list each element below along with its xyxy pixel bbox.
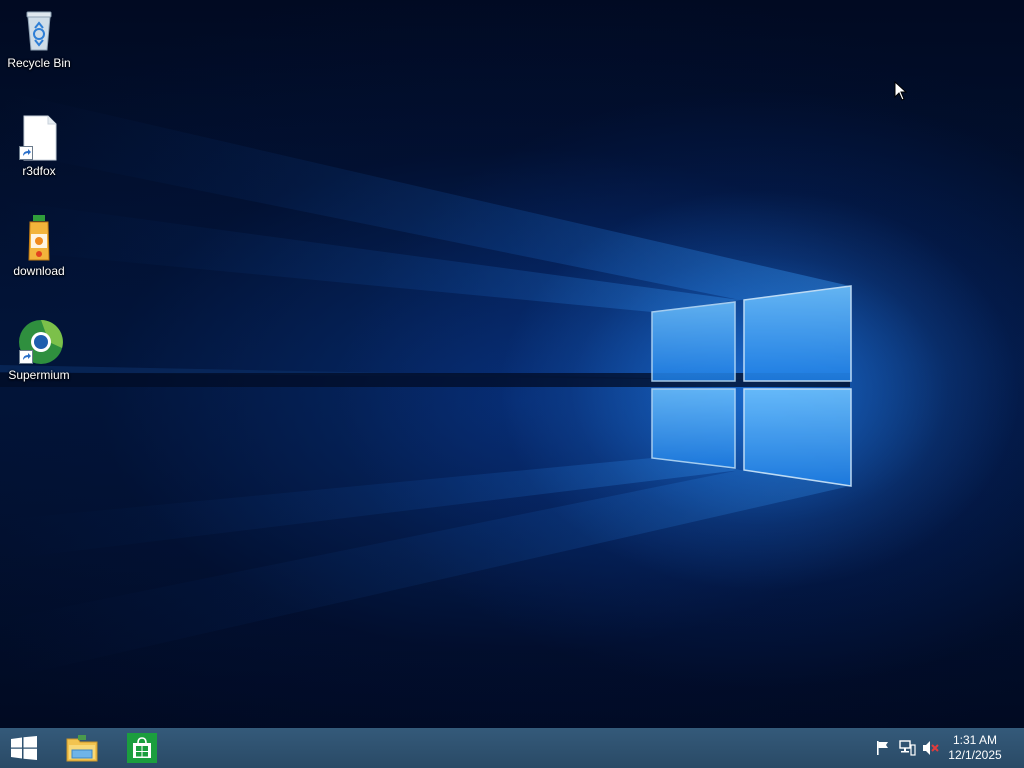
desktop-icon-label: r3dfox <box>22 164 56 178</box>
desktop-icon-label: Recycle Bin <box>7 56 71 70</box>
desktop-icon-label: download <box>13 264 65 278</box>
clock-time: 1:31 AM <box>952 733 998 747</box>
volume-muted-icon[interactable] <box>922 740 940 756</box>
desktop-icon-label: Supermium <box>8 368 70 382</box>
wallpaper <box>0 90 1020 680</box>
desktop[interactable]: Recycle Bin r3dfox download Supermium <box>0 0 1024 728</box>
desktop-icon-supermium[interactable]: Supermium <box>1 318 77 382</box>
clock-date: 12/1/2025 <box>948 748 1002 762</box>
mouse-pointer-icon <box>894 80 908 106</box>
desktop-icon-download[interactable]: download <box>1 214 77 278</box>
desktop-icon-recycle-bin[interactable]: Recycle Bin <box>1 6 77 70</box>
action-center-flag-icon[interactable] <box>874 740 892 756</box>
blank-document-icon <box>15 114 63 162</box>
browser-globe-icon <box>15 318 63 366</box>
taskbar-store-button[interactable] <box>118 728 166 768</box>
recycle-bin-icon <box>15 6 63 54</box>
juice-bottle-icon <box>15 214 63 262</box>
system-clock[interactable]: 1:31 AM 12/1/2025 <box>940 733 1010 763</box>
start-button[interactable] <box>0 728 48 768</box>
folder-icon <box>66 735 98 762</box>
desktop-icon-r3dfox[interactable]: r3dfox <box>1 114 77 178</box>
shortcut-arrow-icon <box>19 146 33 160</box>
taskbar: 1:31 AM 12/1/2025 <box>0 728 1024 768</box>
taskbar-file-explorer-button[interactable] <box>58 728 106 768</box>
windows-logo-icon <box>11 736 37 760</box>
store-bag-icon <box>127 733 157 763</box>
shortcut-arrow-icon <box>19 350 33 364</box>
network-icon[interactable] <box>898 740 916 756</box>
